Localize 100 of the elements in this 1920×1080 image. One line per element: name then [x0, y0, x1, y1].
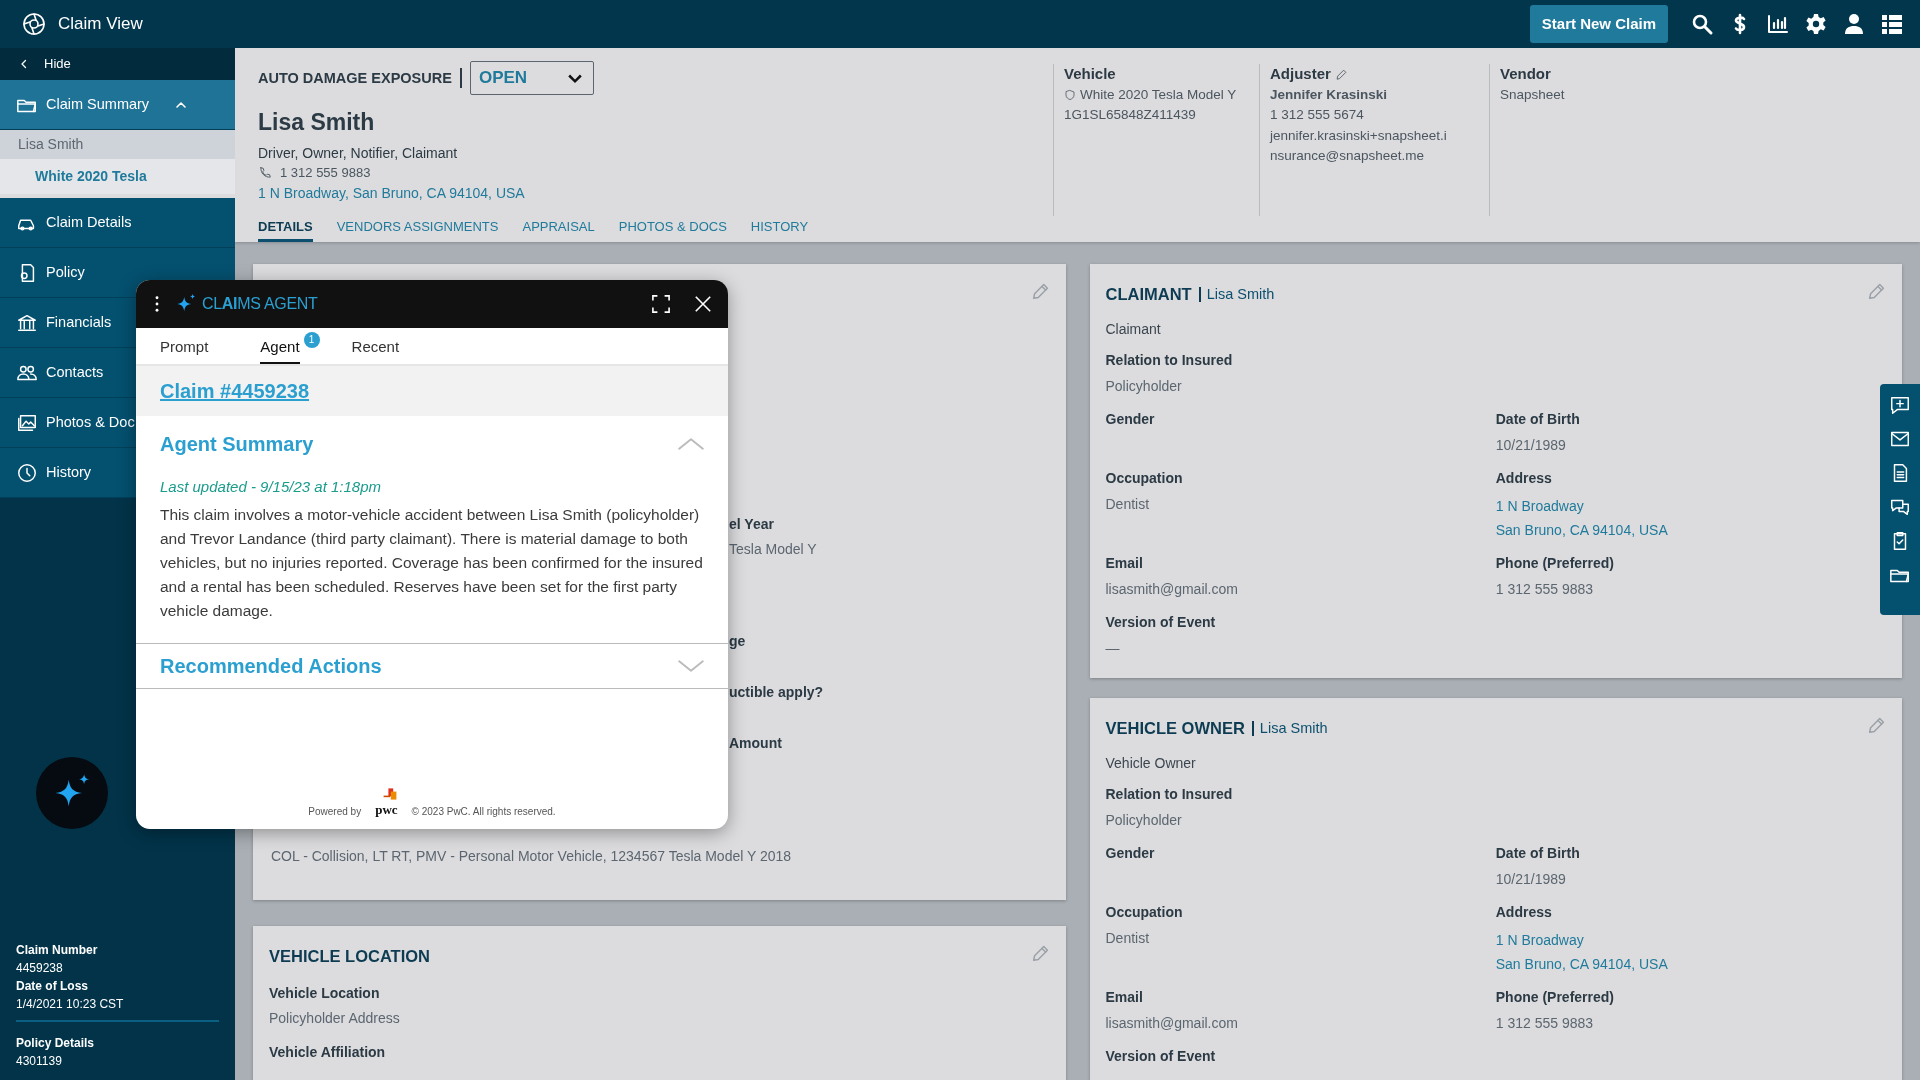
card-subtitle: Lisa Smith	[1251, 720, 1328, 736]
adjuster-name: Jennifer Krasinski	[1270, 85, 1389, 104]
sidebar-subitem[interactable]: Lisa Smith	[0, 130, 235, 159]
summary-text: This claim involves a motor-vehicle accident between Lisa Smith (policyholder) and Trevor Landance (third party claimant). There is material damage to both vehicles, but no injuries reported. Coverage has been confirmed for the insured and a rental has been scheduled. Reserves have been set for the first party vehicle damage.	[160, 504, 704, 621]
tab[interactable]: HISTORY	[750, 216, 809, 242]
card-title: VEHICLE LOCATION	[269, 946, 431, 967]
address-link[interactable]: 1 N Broadway	[1495, 497, 1584, 514]
field-label: Occupation	[1105, 468, 1184, 488]
powered-by-text: Powered by	[308, 805, 362, 819]
settings-icon[interactable]	[1804, 12, 1828, 36]
more-icon[interactable]	[154, 295, 160, 313]
field-value: Dentist	[1105, 928, 1151, 948]
close-icon[interactable]	[694, 295, 712, 313]
info-heading: Vendor	[1500, 64, 1551, 84]
claim-info-value: 1/4/2021 10:23 CST	[16, 996, 125, 1013]
field-value: lisasmith@gmail.com	[1105, 579, 1239, 599]
tab[interactable]: Agent	[260, 336, 300, 364]
field-label: Relation to Insured	[1105, 350, 1234, 370]
list-icon[interactable]	[1880, 12, 1904, 36]
tab[interactable]: Recent	[351, 336, 400, 364]
info-heading: Adjuster	[1270, 64, 1331, 84]
app-title: Claim View	[58, 13, 143, 36]
notification-badge: 1	[303, 332, 320, 348]
field-value: Policyholder	[1105, 810, 1183, 830]
card-subtitle: Lisa Smith	[1198, 286, 1275, 302]
field-label: Vehicle Affiliation	[269, 1042, 387, 1062]
coverage-text: COL - Collision, LT RT, PMV - Personal Motor Vehicle, 1234567 Tesla Model Y 2018	[270, 847, 793, 866]
search-icon	[1690, 12, 1714, 36]
field-label: Relation to Insured	[1105, 784, 1234, 804]
field-label: Gender	[1105, 843, 1156, 863]
fullscreen-icon[interactable]	[652, 295, 670, 313]
clock-icon	[16, 461, 38, 484]
hide-button[interactable]: Hide	[0, 48, 235, 80]
exposure-label: AUTO DAMAGE EXPOSURE	[258, 68, 462, 88]
bar-chart-icon	[1766, 12, 1790, 36]
field-label: Email	[1105, 553, 1144, 573]
field-label: uctible apply?	[729, 683, 825, 702]
card-title: CLAIMANT	[1105, 284, 1192, 305]
info-text: White 2020 Tesla Model Y	[1080, 85, 1237, 104]
field-value: Dentist	[1105, 494, 1151, 514]
field-value: Policyholder Address	[269, 1008, 401, 1028]
tab[interactable]: VENDORS ASSIGNMENTS	[336, 216, 499, 242]
phone-icon	[258, 165, 272, 180]
tab[interactable]: PHOTOS & DOCS	[618, 216, 727, 242]
field-label: Address	[1495, 902, 1553, 922]
start-new-claim-button[interactable]: Start New Claim	[1529, 4, 1668, 44]
copyright-text: © 2023 PwC. All rights reserved.	[411, 805, 556, 819]
tab[interactable]: DETAILS	[258, 216, 313, 242]
address-link[interactable]: San Bruno, CA 94104, USA	[1495, 521, 1668, 538]
field-label: Version of Event	[1105, 612, 1217, 632]
info-text: Snapsheet	[1500, 85, 1565, 104]
info-text: 1G1SL65848Z411439	[1064, 106, 1196, 124]
field-value: Policyholder	[1105, 376, 1183, 396]
sidebar-subitem[interactable]: White 2020 Tesla	[0, 159, 235, 194]
address-link[interactable]: 1 N Broadway, San Bruno, CA 94104, USA	[258, 182, 525, 204]
field-value: lisasmith@gmail.com	[1105, 1013, 1239, 1033]
field-value: 10/21/1989	[1495, 869, 1567, 889]
user-icon[interactable]	[1842, 12, 1866, 36]
claimant-name: Lisa Smith	[258, 108, 376, 137]
field-label: ge	[729, 632, 747, 651]
logo-mark-icon	[381, 787, 398, 800]
brand-logo: pwc	[375, 800, 398, 819]
claim-info-label: Date of Loss	[16, 978, 89, 995]
field-label: Date of Birth	[1495, 843, 1581, 863]
field-label: Phone (Preferred)	[1495, 553, 1615, 573]
field-value: Tesla Model Y	[729, 540, 818, 559]
field-label: Date of Birth	[1495, 409, 1581, 429]
tab[interactable]: APPRAISAL	[522, 216, 595, 242]
field-value: 1 312 555 9883	[1495, 1013, 1595, 1033]
sidebar-item[interactable]: Claim Summary	[0, 80, 235, 130]
field-value: 10/21/1989	[1495, 435, 1567, 455]
info-heading: Vehicle	[1064, 64, 1116, 84]
claim-info-label: Policy Details	[16, 1035, 96, 1052]
info-text: jennifer.krasinski+snapsheet.i	[1270, 126, 1447, 145]
field-label: Amount	[729, 734, 783, 753]
field-label: Version of Event	[1105, 1046, 1217, 1066]
claim-info-value: 4301139	[16, 1053, 63, 1070]
field-label: Vehicle Location	[269, 983, 381, 1003]
aperture-icon	[22, 12, 46, 36]
claim-info-label: Claim Number	[16, 942, 99, 959]
phone-number: 1 312 555 9883	[280, 163, 371, 182]
field-value: 1 312 555 9883	[1495, 579, 1595, 599]
address-link[interactable]: San Bruno, CA 94104, USA	[1495, 955, 1668, 972]
claimant-roles: Driver, Owner, Notifier, Claimant	[258, 143, 459, 163]
status-dropdown[interactable]: OPEN	[469, 61, 594, 95]
shield-icon	[1064, 88, 1076, 101]
section-title[interactable]: Recommended Actions	[160, 650, 382, 681]
field-label: Address	[1495, 468, 1553, 488]
field-label: Phone (Preferred)	[1495, 987, 1615, 1007]
field-label: Gender	[1105, 409, 1156, 429]
role-text: Vehicle Owner	[1105, 753, 1197, 773]
card-title: VEHICLE OWNER	[1105, 718, 1245, 739]
claim-info-value: 4459238	[16, 960, 64, 977]
info-text: nsurance@snapsheet.me	[1270, 147, 1425, 165]
field-label: Occupation	[1105, 902, 1184, 922]
sidebar-item[interactable]: Claim Details	[0, 198, 235, 248]
address-link[interactable]: 1 N Broadway	[1495, 931, 1584, 948]
comment-add-icon	[1889, 394, 1911, 416]
field-label: Email	[1105, 987, 1144, 1007]
pencil-icon	[1334, 67, 1348, 81]
